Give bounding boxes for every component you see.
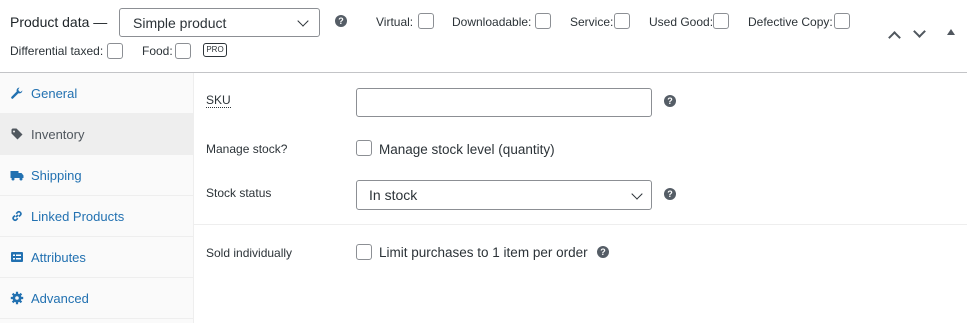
used-good-label: Used Good:: [649, 15, 714, 29]
tab-label: Shipping: [31, 168, 82, 183]
tab-general[interactable]: General: [0, 73, 193, 114]
chevron-down-icon: [631, 188, 643, 200]
pro-badge: PRO: [203, 43, 227, 57]
sku-input[interactable]: [356, 88, 652, 117]
tab-label: Inventory: [31, 127, 85, 142]
tab-label: Linked Products: [31, 209, 125, 224]
downloadable-checkbox[interactable]: [535, 13, 551, 29]
manage-stock-checkbox-label: Manage stock level (quantity): [379, 142, 555, 157]
product-data-header: Product data — Simple product ? Virtual:…: [0, 0, 967, 73]
defective-copy-label: Defective Copy:: [748, 15, 833, 29]
sold-individually-label: Sold individually: [206, 246, 293, 260]
differential-taxed-label: Differential taxed:: [10, 44, 104, 58]
stock-status-select[interactable]: In stock: [356, 180, 652, 210]
move-up-icon[interactable]: [888, 31, 901, 44]
sold-individually-checkbox[interactable]: [356, 244, 372, 260]
service-checkbox[interactable]: [614, 13, 630, 29]
link-icon: [10, 209, 24, 223]
tab-label: General: [31, 86, 78, 101]
inventory-panel: SKU ? Manage stock? Manage stock level (…: [194, 73, 967, 323]
tab-shipping[interactable]: Shipping: [0, 155, 193, 196]
tag-icon: [10, 127, 24, 141]
food-checkbox[interactable]: [175, 43, 191, 59]
service-label: Service:: [570, 15, 614, 29]
food-label: Food:: [142, 44, 173, 58]
stock-status-help-icon[interactable]: ?: [664, 188, 676, 200]
truck-icon: [10, 168, 24, 182]
virtual-label: Virtual:: [376, 15, 414, 29]
help-icon[interactable]: ?: [335, 15, 347, 27]
manage-stock-label: Manage stock?: [206, 142, 288, 156]
defective-copy-checkbox[interactable]: [834, 13, 850, 29]
sold-individually-checkbox-label: Limit purchases to 1 item per order: [379, 245, 588, 260]
product-type-select[interactable]: Simple product: [119, 8, 320, 37]
stock-status-label: Stock status: [206, 186, 272, 200]
downloadable-label: Downloadable:: [452, 15, 532, 29]
chevron-down-icon: [297, 15, 309, 27]
sold-individually-help-icon[interactable]: ?: [597, 246, 609, 258]
gear-icon: [10, 291, 24, 305]
virtual-checkbox[interactable]: [418, 13, 434, 29]
move-down-icon[interactable]: [913, 25, 926, 38]
used-good-checkbox[interactable]: [713, 13, 729, 29]
sku-help-icon[interactable]: ?: [664, 95, 676, 107]
stock-status-value: In stock: [369, 187, 418, 203]
tab-advanced[interactable]: Advanced: [0, 278, 193, 319]
divider: [194, 224, 967, 225]
tab-label: Advanced: [31, 291, 89, 306]
product-type-value: Simple product: [133, 15, 227, 31]
product-data-tabs: General Inventory Shipping Linked Produc…: [0, 73, 194, 323]
product-data-title: Product data —: [10, 14, 108, 30]
sku-label: SKU: [206, 93, 231, 108]
wrench-icon: [10, 86, 24, 100]
differential-taxed-checkbox[interactable]: [107, 43, 123, 59]
tab-inventory[interactable]: Inventory: [0, 114, 193, 155]
list-icon: [10, 250, 24, 264]
tab-linked-products[interactable]: Linked Products: [0, 196, 193, 237]
tab-label: Attributes: [31, 250, 86, 265]
collapse-icon[interactable]: [947, 29, 955, 35]
tab-attributes[interactable]: Attributes: [0, 237, 193, 278]
manage-stock-checkbox[interactable]: [356, 140, 372, 156]
